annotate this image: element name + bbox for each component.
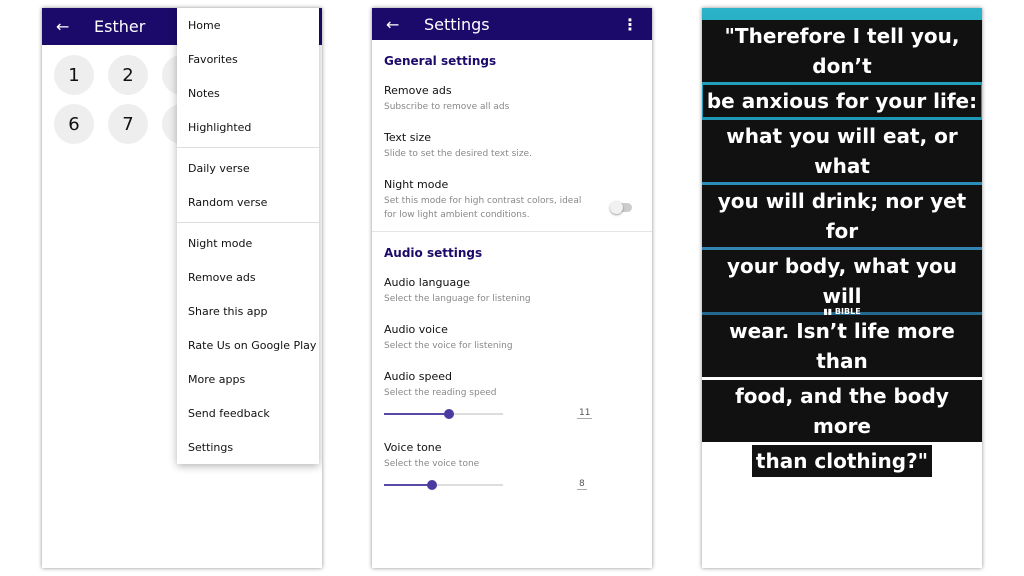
overflow-menu: Home Favorites Notes Highlighted Daily verse… — [177, 8, 319, 464]
setting-audio-speed[interactable]: Audio speed Select the reading speed 11 — [372, 362, 652, 433]
quote-line: what you will eat, or what — [702, 119, 982, 182]
setting-subtitle: Slide to set the desired text size. — [384, 149, 532, 159]
menu-item-random-verse[interactable]: Random verse — [177, 185, 319, 219]
quote-line: than clothing?" — [751, 444, 933, 477]
chapter-button[interactable]: 2 — [108, 55, 148, 95]
setting-voice-tone[interactable]: Voice tone Select the voice tone 8 — [372, 433, 652, 504]
setting-text-size[interactable]: Text size Slide to set the desired text s… — [372, 123, 652, 170]
menu-item-share-this-app[interactable]: Share this app — [177, 294, 319, 328]
setting-night-mode[interactable]: Night mode Set this mode for high contras… — [372, 170, 652, 231]
menu-item-remove-ads[interactable]: Remove ads — [177, 260, 319, 294]
menu-item-favorites[interactable]: Favorites — [177, 42, 319, 76]
section-header-audio: Audio settings — [384, 246, 483, 260]
audio-speed-slider[interactable]: 11 — [384, 404, 640, 424]
setting-title: Audio language — [384, 276, 470, 289]
slider-fill — [384, 413, 450, 415]
setting-subtitle: Set this mode for high contrast colors, … — [384, 196, 582, 220]
setting-title: Audio speed — [384, 370, 452, 383]
slider-thumb[interactable] — [426, 480, 437, 490]
chapter-button[interactable]: 1 — [54, 55, 94, 95]
setting-remove-ads[interactable]: Remove ads Subscribe to remove all ads — [372, 76, 652, 123]
app-bar: ← Settings ⋮ — [372, 8, 652, 40]
setting-subtitle: Select the language for listening — [384, 294, 531, 304]
menu-divider — [177, 147, 319, 148]
chapter-button[interactable]: 6 — [54, 104, 94, 144]
setting-title: Remove ads — [384, 84, 452, 97]
slider-value: 11 — [577, 408, 593, 419]
verse-screen: "Therefore I tell you, don’t be anxious f… — [702, 8, 982, 568]
verse-image: "Therefore I tell you, don’t be anxious f… — [702, 8, 982, 477]
menu-item-more-apps[interactable]: More apps — [177, 362, 319, 396]
quote-line: your body, what you will — [702, 249, 982, 312]
setting-audio-language[interactable]: Audio language Select the language for li… — [372, 268, 652, 315]
brand-label: BIBLE — [834, 307, 861, 316]
quote-line: wear. Isn’t life more than — [702, 314, 982, 377]
slider-fill — [384, 484, 432, 486]
setting-title: Night mode — [384, 178, 449, 191]
back-arrow-icon[interactable]: ← — [386, 15, 424, 34]
night-mode-toggle[interactable] — [610, 201, 632, 214]
menu-item-daily-verse[interactable]: Daily verse — [177, 151, 319, 185]
voice-tone-slider[interactable]: 8 — [384, 475, 640, 495]
slider-value: 8 — [577, 479, 587, 490]
quote-line: "Therefore I tell you, don’t — [702, 19, 982, 82]
setting-title: Voice tone — [384, 441, 442, 454]
slider-thumb[interactable] — [444, 409, 455, 419]
menu-item-settings[interactable]: Settings — [177, 430, 319, 464]
quote-line: you will drink; nor yet for — [702, 184, 982, 247]
setting-subtitle: Subscribe to remove all ads — [384, 102, 510, 112]
menu-item-highlighted[interactable]: Highlighted — [177, 110, 319, 144]
more-vert-icon[interactable]: ⋮ — [622, 15, 638, 34]
bible-logo: ▮▮ BIBLE — [823, 307, 861, 316]
page-title: Esther — [94, 17, 146, 36]
quote-line: food, and the body more — [702, 379, 982, 442]
section-header-general: General settings — [384, 54, 497, 68]
setting-title: Text size — [384, 131, 432, 144]
settings-screen: ← Settings ⋮ General settings Remove ads S… — [372, 8, 652, 568]
book-screen: ← Esther 1 2 6 7 Home Favorites Notes Highl… — [42, 8, 322, 568]
menu-item-rate-us-on-google-play[interactable]: Rate Us on Google Play — [177, 328, 319, 362]
chapter-button[interactable]: 7 — [108, 104, 148, 144]
setting-subtitle: Select the reading speed — [384, 388, 497, 398]
menu-divider — [177, 222, 319, 223]
menu-item-night-mode[interactable]: Night mode — [177, 226, 319, 260]
menu-item-send-feedback[interactable]: Send feedback — [177, 396, 319, 430]
menu-item-notes[interactable]: Notes — [177, 76, 319, 110]
back-arrow-icon[interactable]: ← — [56, 17, 94, 36]
page-title: Settings — [424, 14, 490, 34]
setting-title: Audio voice — [384, 323, 448, 336]
setting-audio-voice[interactable]: Audio voice Select the voice for listenin… — [372, 315, 652, 362]
menu-item-home[interactable]: Home — [177, 8, 319, 42]
quote-line: be anxious for your life: — [702, 84, 982, 117]
setting-subtitle: Select the voice tone — [384, 459, 480, 469]
setting-subtitle: Select the voice for listening — [384, 341, 513, 351]
